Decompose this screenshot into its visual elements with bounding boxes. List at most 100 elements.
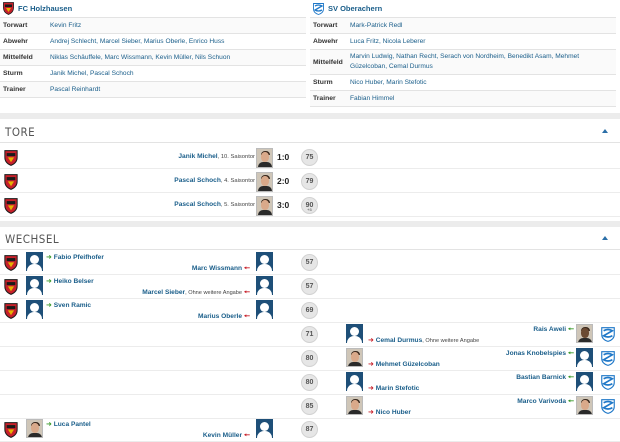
- player-list[interactable]: Fabian Himmel: [350, 92, 396, 106]
- sv-oberachern-crest-icon: [601, 399, 615, 414]
- player-out-name[interactable]: Nico Huber: [376, 409, 411, 416]
- substitution-row: 80 ➜ Marin Stefotic Bastian Barnick 🠔: [0, 371, 620, 395]
- away-team-name[interactable]: SV Oberachern: [328, 4, 382, 13]
- player-list[interactable]: Pascal Reinhardt: [50, 83, 102, 97]
- substitution-row: 80 ➜ Mehmet Güzelcoban Jonas Knobelspies…: [0, 347, 620, 371]
- goal-scorer[interactable]: Janik Michel, 10. Saisontor: [178, 153, 255, 160]
- player-out[interactable]: ➜ Marin Stefotic: [368, 384, 419, 392]
- player-in-name[interactable]: Rais Aweli: [533, 326, 566, 333]
- arrow-right-icon: ➜: [368, 337, 374, 344]
- player-in[interactable]: ➜ Luca Pantel: [46, 420, 91, 428]
- player-out-name[interactable]: Marius Oberle: [198, 313, 242, 320]
- player-out[interactable]: Kevin Müller 🠔: [203, 431, 250, 442]
- chevron-up-icon[interactable]: [602, 129, 608, 133]
- player-in-name[interactable]: Bastian Barnick: [516, 374, 566, 381]
- arrow-right-icon: ➜: [368, 409, 374, 416]
- player-in-name[interactable]: Heiko Belser: [54, 278, 94, 285]
- player-in[interactable]: Bastian Barnick 🠔: [516, 373, 574, 384]
- minute-value: 80: [305, 355, 314, 362]
- scorer-name[interactable]: Janik Michel: [178, 153, 217, 160]
- substitution-row: ➜ Sven Ramic Marius Oberle 🠔 69: [0, 299, 620, 323]
- player-in[interactable]: Jonas Knobelspies 🠔: [506, 349, 574, 360]
- player-list[interactable]: Niklas Schäuffele, Marc Wissmann, Kevin …: [50, 51, 232, 65]
- player-out[interactable]: Marius Oberle 🠔: [198, 312, 250, 323]
- arrow-left-icon: 🠔: [243, 313, 250, 320]
- minute-badge: 79: [301, 173, 318, 190]
- subs-section-title: WECHSEL: [5, 232, 60, 246]
- away-team-header[interactable]: SV Oberachern: [310, 0, 616, 18]
- player-photo: [576, 324, 593, 343]
- arrow-right-icon: ➜: [368, 361, 374, 368]
- goal-row: Janik Michel, 10. Saisontor 1:0 75: [0, 147, 620, 169]
- away-lineup-rows: Torwart Mark-Patrick Redl Abwehr Luca Fr…: [310, 18, 616, 107]
- player-in[interactable]: ➜ Fabio Pfeifhofer: [46, 253, 104, 261]
- player-out[interactable]: ➜ Nico Huber: [368, 408, 411, 416]
- player-out-name[interactable]: Cemal Durmus: [376, 337, 423, 344]
- player-out-name[interactable]: Marc Wissmann: [192, 265, 242, 272]
- fc-holzhausen-crest-icon: [4, 303, 18, 319]
- player-list[interactable]: Mark-Patrick Redl: [350, 19, 404, 33]
- scorer-name[interactable]: Pascal Schoch: [174, 201, 221, 208]
- home-team-header[interactable]: FC Holzhausen: [0, 0, 306, 18]
- fc-holzhausen-crest-icon: [4, 422, 18, 438]
- player-in[interactable]: Rais Aweli 🠔: [533, 325, 574, 336]
- sv-oberachern-crest-icon: [601, 327, 615, 342]
- minute-badge: 57: [301, 254, 318, 271]
- home-lineup-rows: Torwart Kevin Fritz Abwehr Andrej Schlec…: [0, 18, 306, 98]
- fc-holzhausen-crest-icon: [4, 279, 18, 295]
- arrow-left-icon: 🠔: [243, 289, 250, 296]
- player-out-name[interactable]: Marin Stefotic: [376, 385, 420, 392]
- player-list[interactable]: Kevin Fritz: [50, 19, 83, 33]
- minute-value: 85: [305, 403, 314, 410]
- player-list[interactable]: Luca Fritz, Nicola Leberer: [350, 35, 428, 49]
- fc-holzhausen-crest-icon: [4, 174, 18, 190]
- arrow-left-icon: 🠔: [243, 265, 250, 272]
- subs-section-header[interactable]: WECHSEL: [0, 228, 620, 250]
- minute-badge: 69: [301, 302, 318, 319]
- player-list[interactable]: Janik Michel, Pascal Schoch: [50, 67, 136, 81]
- player-in[interactable]: ➜ Sven Ramic: [46, 301, 91, 309]
- player-list[interactable]: Nico Huber, Marin Stefotic: [350, 76, 429, 90]
- goal-scorer[interactable]: Pascal Schoch, 5. Saisontor: [174, 201, 255, 208]
- player-out-name[interactable]: Marcel Sieber: [142, 289, 185, 296]
- goals-section-header[interactable]: TORE: [0, 121, 620, 143]
- player-out[interactable]: Marc Wissmann 🠔: [192, 264, 250, 275]
- goal-detail: , 10. Saisontor: [217, 154, 255, 160]
- lineup-row: Trainer Fabian Himmel: [310, 91, 616, 107]
- position-label: Abwehr: [3, 38, 28, 45]
- lineup-row: Trainer Pascal Reinhardt: [0, 82, 306, 98]
- player-list[interactable]: Andrej Schlecht, Marcel Sieber, Marius O…: [50, 35, 226, 49]
- player-out[interactable]: Marcel Sieber, Ohne weitere Angabe 🠔: [142, 288, 250, 299]
- chevron-up-icon[interactable]: [602, 236, 608, 240]
- fc-holzhausen-crest-icon: [4, 255, 18, 271]
- goal-detail: , 4. Saisontor: [220, 178, 255, 184]
- player-list[interactable]: Marvin Ludwig, Nathan Recht, Serach von …: [350, 50, 616, 74]
- substitution-row: ➜ Fabio Pfeifhofer Marc Wissmann 🠔 57: [0, 251, 620, 275]
- goal-score: 2:0: [277, 176, 290, 186]
- player-out[interactable]: ➜ Cemal Durmus, Ohne weitere Angabe: [368, 336, 479, 344]
- arrow-right-icon: ➜: [46, 421, 52, 428]
- player-photo: [256, 172, 273, 192]
- home-team-name[interactable]: FC Holzhausen: [18, 4, 72, 13]
- player-in-name[interactable]: Marco Varivoda: [517, 398, 566, 405]
- player-out-name[interactable]: Kevin Müller: [203, 432, 242, 439]
- player-in-name[interactable]: Sven Ramic: [54, 302, 91, 309]
- goals-section-title: TORE: [5, 125, 36, 139]
- sv-oberachern-crest-icon: [601, 351, 615, 366]
- player-in[interactable]: Marco Varivoda 🠔: [517, 397, 574, 408]
- goal-detail: , 5. Saisontor: [220, 202, 255, 208]
- player-in-name[interactable]: Jonas Knobelspies: [506, 350, 566, 357]
- fc-holzhausen-crest-icon: [4, 150, 18, 166]
- scorer-name[interactable]: Pascal Schoch: [174, 177, 221, 184]
- player-in-name[interactable]: Fabio Pfeifhofer: [54, 254, 104, 261]
- arrow-right-icon: ➜: [46, 254, 52, 261]
- minute-value: 80: [305, 379, 314, 386]
- player-out[interactable]: ➜ Mehmet Güzelcoban: [368, 360, 440, 368]
- player-in-name[interactable]: Luca Pantel: [54, 421, 91, 428]
- goal-scorer[interactable]: Pascal Schoch, 4. Saisontor: [174, 177, 255, 184]
- player-photo: [346, 396, 363, 415]
- player-in[interactable]: ➜ Heiko Belser: [46, 277, 94, 285]
- minute-badge: 80: [301, 350, 318, 367]
- fc-holzhausen-crest-icon: [3, 2, 14, 15]
- player-out-name[interactable]: Mehmet Güzelcoban: [376, 361, 440, 368]
